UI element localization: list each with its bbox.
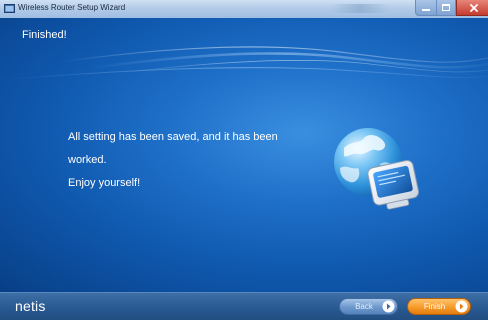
window-controls (415, 0, 488, 16)
message-line: worked. (68, 154, 107, 166)
completion-message: All setting has been saved, and it has b… (68, 126, 338, 195)
window-title: Wireless Router Setup Wizard (18, 3, 126, 12)
finish-button[interactable]: Finish (407, 298, 471, 315)
close-icon (470, 3, 478, 12)
title-bar[interactable]: Wireless Router Setup Wizard (0, 0, 488, 19)
brand-logo: netis (15, 298, 46, 314)
close-button[interactable] (456, 0, 488, 16)
setup-wizard-window: Wireless Router Setup Wizard Finished! A… (0, 0, 488, 320)
arrow-right-circle-icon (455, 300, 468, 313)
finish-button-label: Finish (423, 302, 446, 311)
header-swoosh-decoration (0, 46, 488, 81)
wizard-footer: netis Back Finish (0, 292, 488, 320)
maximize-button[interactable] (437, 0, 456, 16)
back-button[interactable]: Back (339, 298, 398, 315)
wizard-content: Finished! All setting has been saved, an… (0, 18, 488, 292)
message-line: All setting has been saved, and it has b… (68, 131, 278, 143)
message-line: Enjoy yourself! (68, 177, 141, 189)
globe-computer-icon (334, 128, 420, 210)
back-button-label: Back (355, 302, 373, 311)
minimize-icon (422, 8, 430, 11)
title-bar-highlight (330, 4, 390, 13)
step-title: Finished! (22, 29, 67, 41)
arrow-right-circle-icon (382, 300, 395, 313)
maximize-icon (442, 4, 450, 11)
minimize-button[interactable] (415, 0, 437, 16)
window-icon (4, 4, 15, 13)
